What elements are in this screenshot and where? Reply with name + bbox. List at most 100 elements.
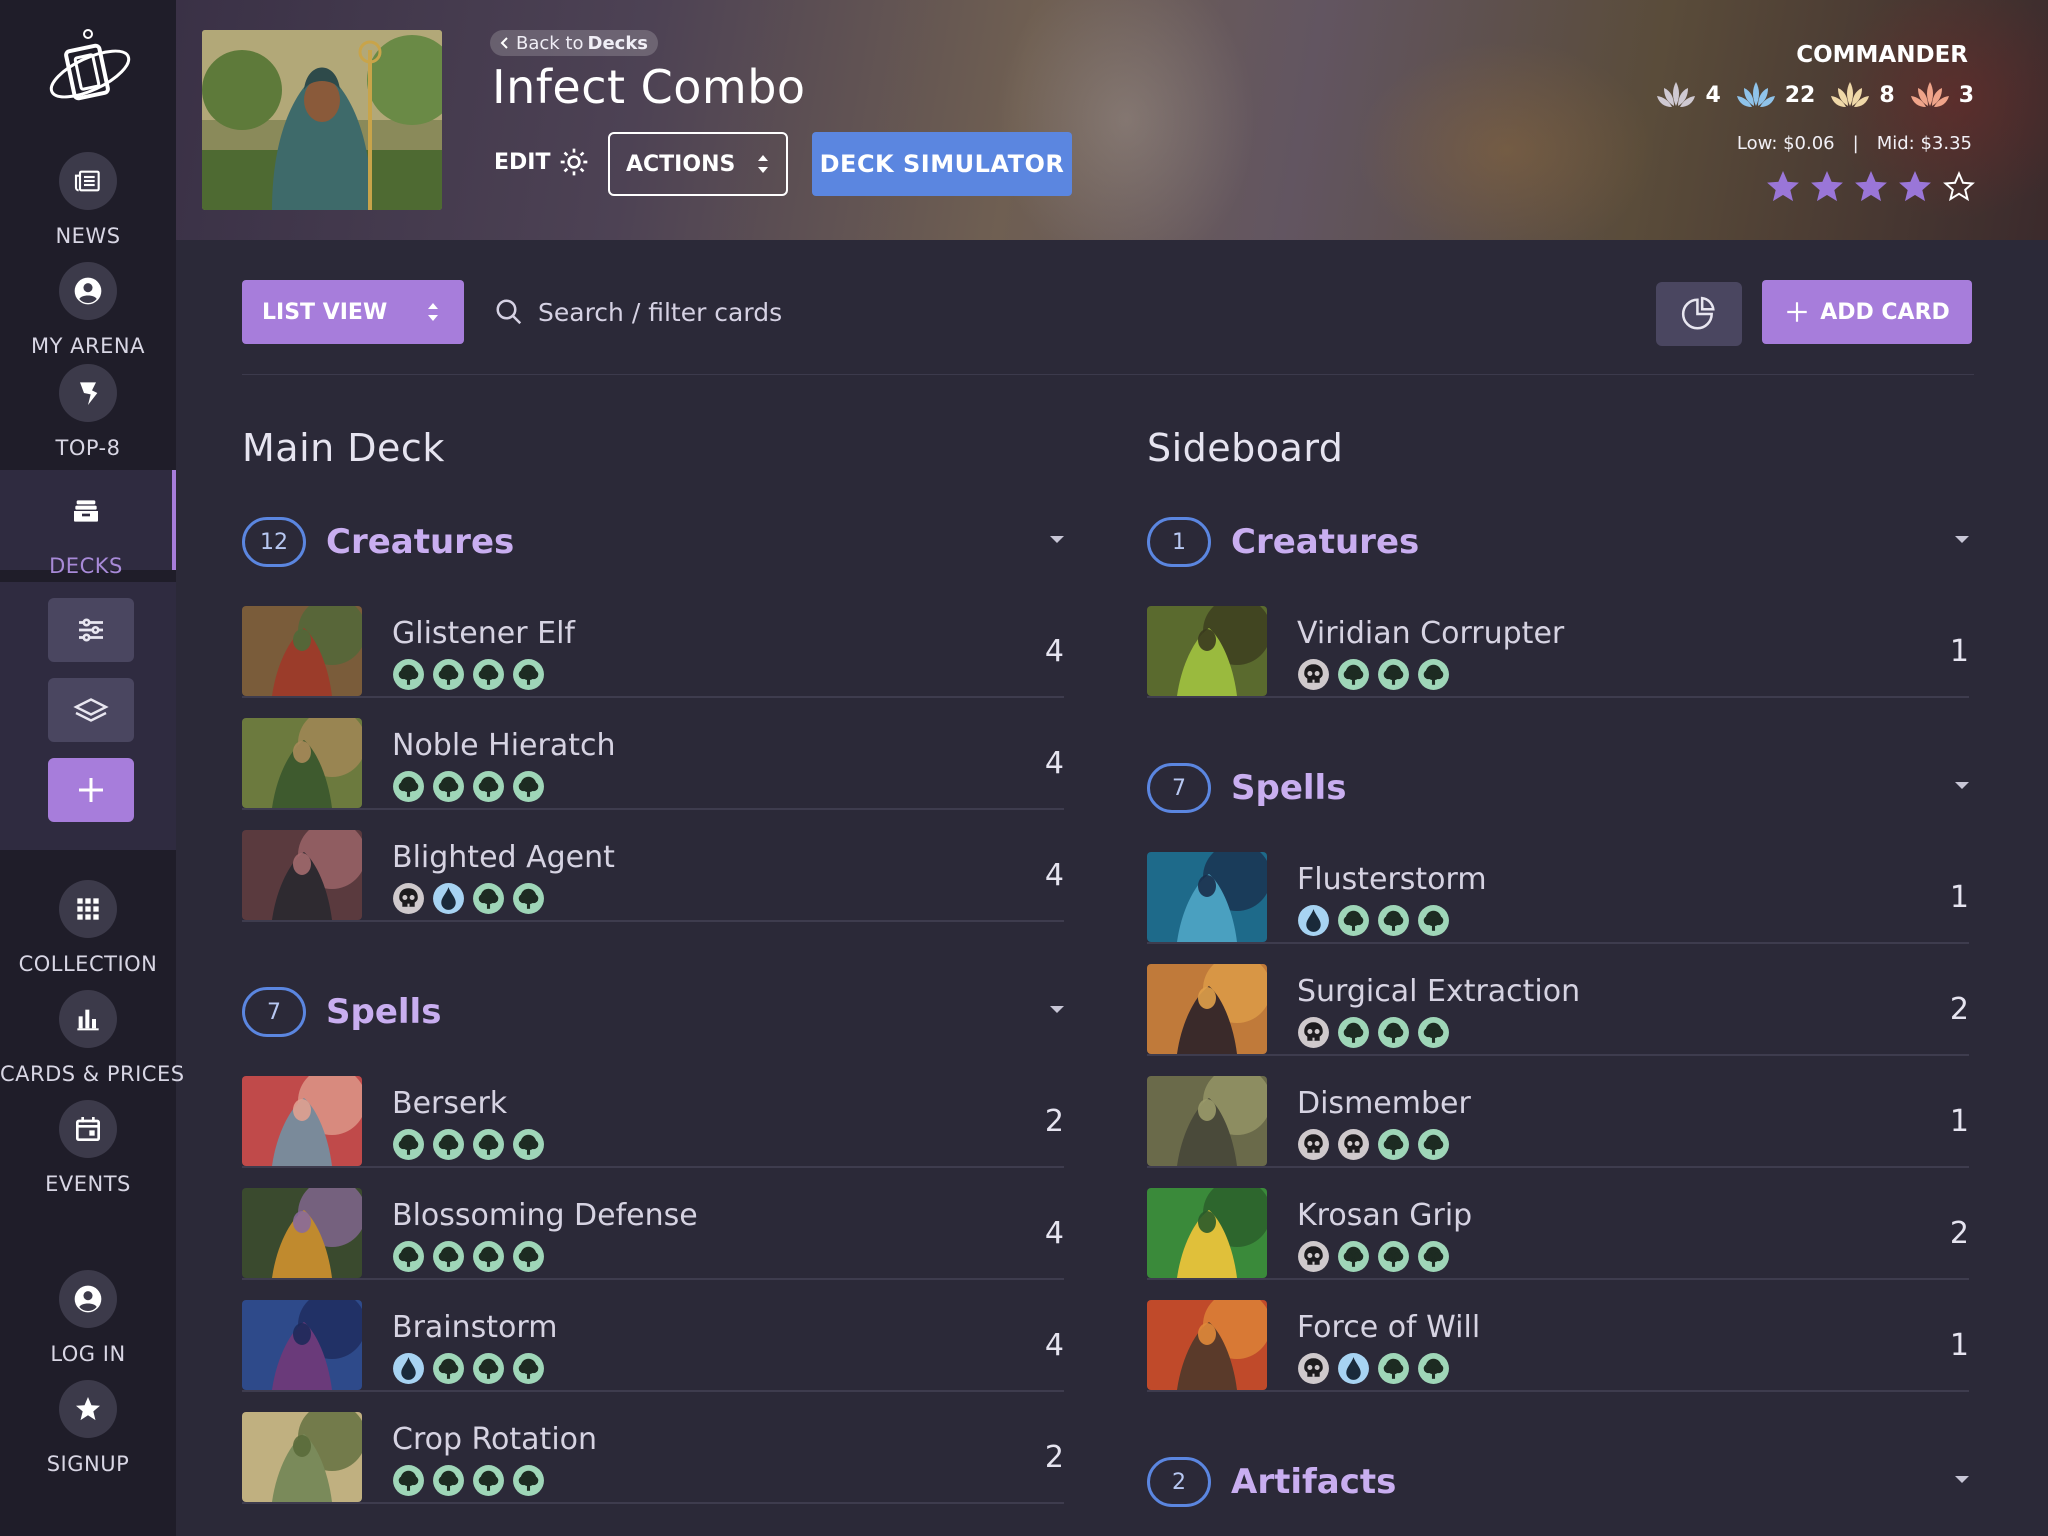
card-quantity[interactable]: 1 — [1950, 1104, 1969, 1139]
actions-select[interactable]: ACTIONS — [608, 132, 788, 196]
caret-down-icon[interactable] — [1955, 1476, 1969, 1483]
nav-news[interactable]: NEWS — [0, 152, 176, 248]
card-search[interactable] — [494, 282, 1594, 342]
card-row[interactable]: Surgical Extraction 2 — [1147, 944, 1969, 1056]
card-name[interactable]: Brainstorm — [392, 1310, 557, 1345]
card-name[interactable]: Force of Will — [1297, 1310, 1480, 1345]
card-thumbnail[interactable] — [1147, 606, 1267, 696]
card-row[interactable]: Glistener Elf 4 — [242, 586, 1064, 698]
mana-green-icon — [473, 1241, 504, 1272]
card-row[interactable]: Berserk 2 — [242, 1056, 1064, 1168]
nav-cards-prices[interactable]: CARDS & PRICES — [0, 990, 184, 1086]
card-row[interactable]: Flusterstorm 1 — [1147, 832, 1969, 944]
group-header-creatures[interactable]: 12 Creatures — [242, 516, 1064, 568]
card-quantity[interactable]: 1 — [1950, 1328, 1969, 1363]
card-name[interactable]: Flusterstorm — [1297, 862, 1487, 897]
card-name[interactable]: Noble Hieratch — [392, 728, 616, 763]
card-quantity[interactable]: 4 — [1045, 1216, 1064, 1251]
star-filled-icon[interactable] — [1766, 170, 1800, 204]
card-quantity[interactable]: 4 — [1045, 858, 1064, 893]
card-thumbnail[interactable] — [242, 606, 362, 696]
group-header-spells[interactable]: 7 Spells — [242, 986, 1064, 1038]
nav-decks[interactable]: DECKS — [0, 470, 176, 578]
card-quantity[interactable]: 4 — [1045, 746, 1064, 781]
nav-top-8[interactable]: TOP-8 — [0, 364, 176, 460]
nav-label: LOG IN — [50, 1342, 126, 1366]
card-name[interactable]: Dismember — [1297, 1086, 1471, 1121]
site-logo[interactable] — [44, 26, 136, 112]
card-quantity[interactable]: 2 — [1950, 1216, 1969, 1251]
nav-signup[interactable]: SIGNUP — [0, 1380, 176, 1476]
card-name[interactable]: Glistener Elf — [392, 616, 575, 651]
card-thumbnail[interactable] — [242, 1300, 362, 1390]
card-group: 7 Spells Berserk 2 Blossoming Defense 4 Brains… — [242, 986, 1064, 1504]
card-thumbnail[interactable] — [1147, 852, 1267, 942]
filter-settings-button[interactable] — [48, 598, 134, 662]
card-quantity[interactable]: 4 — [1045, 1328, 1064, 1363]
view-mode-select[interactable]: LIST VIEW — [242, 280, 464, 344]
deck-stats-button[interactable] — [1656, 282, 1742, 346]
mana-green-icon — [513, 1353, 544, 1384]
star-filled-icon[interactable] — [1810, 170, 1844, 204]
caret-down-icon[interactable] — [1955, 782, 1969, 789]
card-thumbnail[interactable] — [242, 1412, 362, 1502]
nav-log-in[interactable]: LOG IN — [0, 1270, 176, 1366]
card-quantity[interactable]: 2 — [1045, 1104, 1064, 1139]
card-list: Viridian Corrupter 1 — [1147, 586, 1969, 698]
card-row[interactable]: Dismember 1 — [1147, 1056, 1969, 1168]
card-thumbnail[interactable] — [1147, 1076, 1267, 1166]
edit-deck-button[interactable]: EDIT — [494, 146, 590, 178]
add-card-button[interactable]: ADD CARD — [1762, 280, 1972, 344]
search-input[interactable] — [538, 297, 1438, 327]
card-art-image — [1147, 1188, 1267, 1278]
card-quantity[interactable]: 4 — [1045, 634, 1064, 669]
nav-collection[interactable]: COLLECTION — [0, 880, 176, 976]
card-thumbnail[interactable] — [242, 830, 362, 920]
card-name[interactable]: Blossoming Defense — [392, 1198, 698, 1233]
caret-down-icon[interactable] — [1955, 536, 1969, 543]
card-row[interactable]: Blighted Agent 4 — [242, 810, 1064, 922]
star-filled-icon[interactable] — [1854, 170, 1888, 204]
group-header-creatures[interactable]: 1 Creatures — [1147, 516, 1969, 568]
card-name[interactable]: Blighted Agent — [392, 840, 615, 875]
card-thumbnail[interactable] — [242, 718, 362, 808]
card-thumbnail[interactable] — [1147, 964, 1267, 1054]
new-deck-button[interactable] — [48, 758, 134, 822]
nav-label: NEWS — [55, 224, 121, 248]
layers-button[interactable] — [48, 678, 134, 742]
card-row[interactable]: Viridian Corrupter 1 — [1147, 586, 1969, 698]
card-quantity[interactable]: 2 — [1950, 992, 1969, 1027]
star-empty-icon[interactable] — [1942, 170, 1976, 204]
card-name[interactable]: Viridian Corrupter — [1297, 616, 1564, 651]
card-thumbnail[interactable] — [1147, 1300, 1267, 1390]
card-thumbnail[interactable] — [1147, 1188, 1267, 1278]
card-row[interactable]: Brainstorm 4 — [242, 1280, 1064, 1392]
mana-green-icon — [1418, 905, 1449, 936]
card-quantity[interactable]: 2 — [1045, 1440, 1064, 1475]
commander-card-art[interactable] — [202, 30, 442, 210]
deck-simulator-button[interactable]: DECK SIMULATOR — [812, 132, 1072, 196]
card-row[interactable]: Crop Rotation 2 — [242, 1392, 1064, 1504]
nav-my-arena[interactable]: MY ARENA — [0, 262, 176, 358]
card-row[interactable]: Krosan Grip 2 — [1147, 1168, 1969, 1280]
card-name[interactable]: Berserk — [392, 1086, 507, 1121]
deck-rating[interactable] — [1766, 170, 1976, 204]
star-filled-icon[interactable] — [1898, 170, 1932, 204]
group-header-spells[interactable]: 7 Spells — [1147, 762, 1969, 814]
user-circle-icon-wrap — [59, 1270, 117, 1328]
group-header-artifacts[interactable]: 2 Artifacts — [1147, 1456, 1969, 1508]
caret-down-icon[interactable] — [1050, 536, 1064, 543]
card-row[interactable]: Blossoming Defense 4 — [242, 1168, 1064, 1280]
nav-events[interactable]: EVENTS — [0, 1100, 176, 1196]
card-name[interactable]: Krosan Grip — [1297, 1198, 1472, 1233]
card-thumbnail[interactable] — [242, 1076, 362, 1166]
card-quantity[interactable]: 1 — [1950, 880, 1969, 915]
caret-down-icon[interactable] — [1050, 1006, 1064, 1013]
card-thumbnail[interactable] — [242, 1188, 362, 1278]
card-row[interactable]: Noble Hieratch 4 — [242, 698, 1064, 810]
card-quantity[interactable]: 1 — [1950, 634, 1969, 669]
card-name[interactable]: Crop Rotation — [392, 1422, 597, 1457]
card-name[interactable]: Surgical Extraction — [1297, 974, 1580, 1009]
back-to-decks-link[interactable]: Back to Decks — [490, 30, 659, 56]
card-row[interactable]: Force of Will 1 — [1147, 1280, 1969, 1392]
